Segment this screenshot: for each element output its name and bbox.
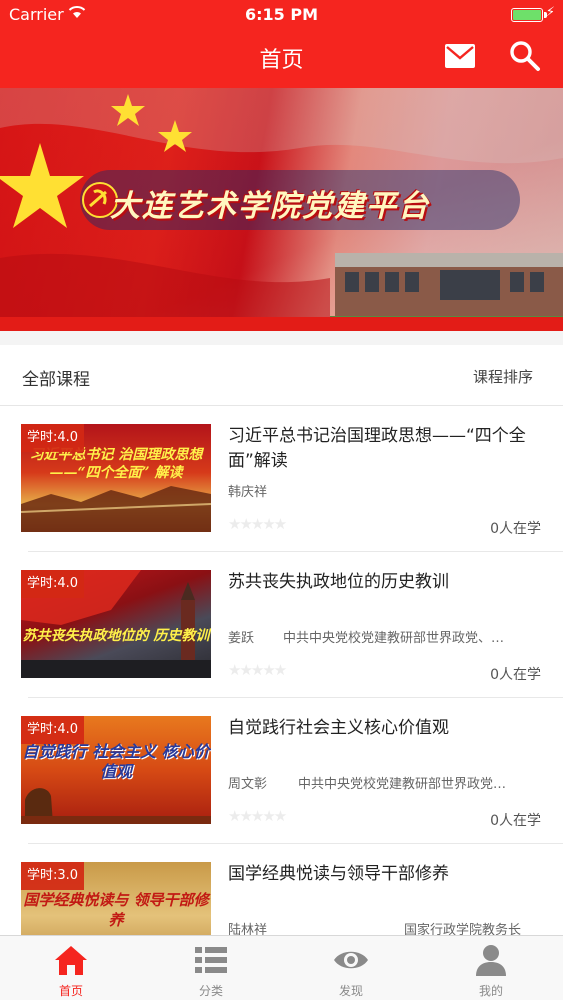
- banner-title: 大连艺术学院党建平台: [110, 189, 430, 224]
- tab-label: 分类: [198, 984, 223, 998]
- hours-badge: 学时:4.0: [21, 424, 85, 452]
- home-icon: [55, 946, 87, 975]
- tab-discover[interactable]: 发现: [281, 936, 421, 1000]
- battery-icon: [511, 8, 547, 22]
- charging-icon: ⚡: [545, 5, 555, 20]
- course-author: 姜跃: [228, 631, 255, 646]
- course-organization: 中共中央党校党建教研部世界政党…: [298, 777, 507, 792]
- course-title: 自觉践行社会主义核心价值观: [228, 718, 449, 738]
- thumb-caption: 苏共丧失执政地位的 历史教训: [22, 628, 210, 644]
- thumb-caption: 国学经典悦读与 领导干部修养: [23, 891, 209, 929]
- course-list: 全部课程 课程排序 习近平总书记 治国理政思想 ——“四个全面” 解读 学时:4…: [0, 345, 563, 935]
- course-title: 苏共丧失执政地位的历史教训: [228, 572, 449, 592]
- mail-icon[interactable]: [444, 42, 476, 70]
- course-author: 陆林祥: [228, 923, 268, 935]
- person-icon: [476, 945, 506, 976]
- banner[interactable]: 大连艺术学院党建平台: [0, 88, 563, 331]
- list-icon: [195, 947, 227, 973]
- tab-label: 发现: [338, 984, 363, 998]
- tab-label: 首页: [58, 984, 83, 998]
- tab-label: 我的: [478, 984, 503, 998]
- learner-count: 0人在学: [490, 813, 541, 829]
- top-bar: Carrier 6:15 PM ⚡ 首页: [0, 0, 563, 88]
- clock: 6:15 PM: [244, 5, 318, 24]
- course-thumbnail: 国学经典悦读与 领导干部修养 学时:3.0: [21, 862, 211, 935]
- hours-badge: 学时:4.0: [21, 570, 85, 598]
- eye-icon: [334, 951, 368, 969]
- all-courses-label: 全部课程: [22, 370, 90, 390]
- page-title: 首页: [259, 48, 304, 73]
- course-item[interactable]: 苏共丧失执政地位的 历史教训 学时:4.0 苏共丧失执政地位的历史教训 姜跃 中…: [0, 552, 563, 698]
- tab-profile[interactable]: 我的: [421, 936, 561, 1000]
- rating-stars: ★★★★★: [228, 515, 287, 533]
- course-item[interactable]: 习近平总书记 治国理政思想 ——“四个全面” 解读 学时:4.0 习近平总书记治…: [0, 406, 563, 552]
- hours-badge: 学时:3.0: [21, 862, 85, 890]
- search-icon[interactable]: [509, 40, 541, 72]
- course-title: 国学经典悦读与领导干部修养: [228, 864, 449, 884]
- rating-stars: ★★★★★: [228, 661, 287, 679]
- course-thumbnail: 自觉践行 社会主义 核心价值观 学时:4.0: [21, 716, 211, 824]
- course-title: 习近平总书记治国理政思想——“四个全面”解读: [228, 426, 526, 471]
- learner-count: 0人在学: [490, 521, 541, 537]
- course-thumbnail: 习近平总书记 治国理政思想 ——“四个全面” 解读 学时:4.0: [21, 424, 211, 532]
- thumb-caption: 自觉践行 社会主义 核心价值观: [22, 742, 210, 781]
- learner-count: 0人在学: [490, 667, 541, 683]
- course-author: 周文彰: [228, 777, 268, 792]
- sort-button[interactable]: 课程排序: [473, 366, 533, 387]
- tab-bar: 首页 分类 发现 我的: [0, 935, 563, 1000]
- course-thumbnail: 苏共丧失执政地位的 历史教训 学时:4.0: [21, 570, 211, 678]
- list-header: 全部课程 课程排序: [0, 345, 563, 406]
- tab-home[interactable]: 首页: [1, 936, 141, 1000]
- course-item[interactable]: 国学经典悦读与 领导干部修养 学时:3.0 国学经典悦读与领导干部修养 陆林祥 …: [0, 844, 563, 935]
- rating-stars: ★★★★★: [228, 807, 287, 825]
- course-item[interactable]: 自觉践行 社会主义 核心价值观 学时:4.0 自觉践行社会主义核心价值观 周文彰…: [0, 698, 563, 844]
- course-organization: 中共中央党校党建教研部世界政党、…: [283, 631, 505, 646]
- tab-category[interactable]: 分类: [141, 936, 281, 1000]
- hours-badge: 学时:4.0: [21, 716, 85, 744]
- course-organization: 国家行政学院教务长: [404, 923, 522, 935]
- course-author: 韩庆祥: [228, 485, 268, 500]
- status-bar: Carrier 6:15 PM ⚡: [0, 0, 563, 30]
